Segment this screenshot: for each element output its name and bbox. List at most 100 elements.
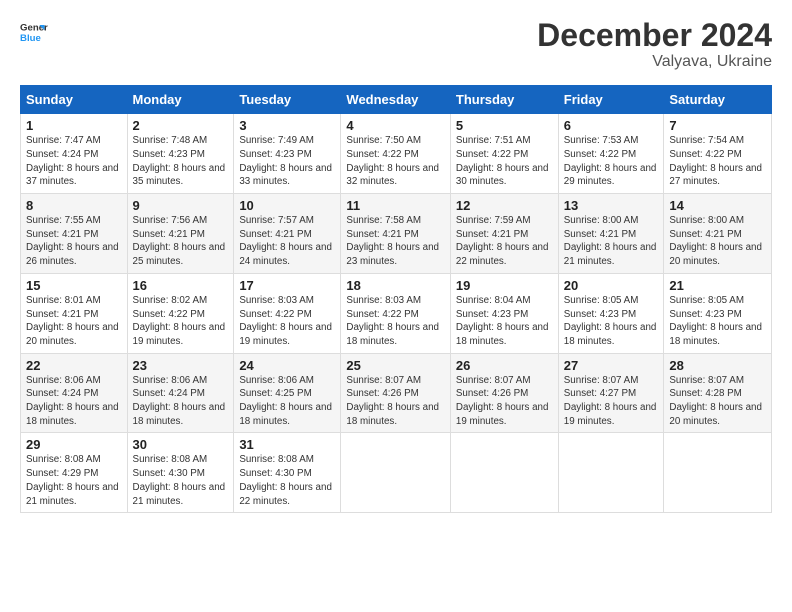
svg-text:Blue: Blue [20,33,41,44]
day-info: Sunrise: 8:04 AM Sunset: 4:23 PM Dayligh… [456,294,553,349]
day-info: Sunrise: 8:05 AM Sunset: 4:23 PM Dayligh… [669,294,766,349]
day-number: 27 [564,358,659,373]
calendar-day-cell: 1 Sunrise: 7:47 AM Sunset: 4:24 PM Dayli… [21,114,128,194]
calendar-week-row: 15 Sunrise: 8:01 AM Sunset: 4:21 PM Dayl… [21,273,772,353]
day-info: Sunrise: 8:02 AM Sunset: 4:22 PM Dayligh… [133,294,229,349]
day-number: 18 [346,278,444,293]
day-info: Sunrise: 8:08 AM Sunset: 4:29 PM Dayligh… [26,453,122,508]
calendar-week-row: 22 Sunrise: 8:06 AM Sunset: 4:24 PM Dayl… [21,353,772,433]
day-number: 2 [133,118,229,133]
day-info: Sunrise: 7:55 AM Sunset: 4:21 PM Dayligh… [26,214,122,269]
day-info: Sunrise: 8:06 AM Sunset: 4:25 PM Dayligh… [239,374,335,429]
day-info: Sunrise: 8:06 AM Sunset: 4:24 PM Dayligh… [26,374,122,429]
title-block: December 2024 Valyava, Ukraine [537,18,772,71]
day-info: Sunrise: 8:07 AM Sunset: 4:26 PM Dayligh… [346,374,444,429]
day-number: 17 [239,278,335,293]
calendar-day-cell: 23 Sunrise: 8:06 AM Sunset: 4:24 PM Dayl… [127,353,234,433]
day-number: 21 [669,278,766,293]
day-info: Sunrise: 7:47 AM Sunset: 4:24 PM Dayligh… [26,134,122,189]
day-number: 8 [26,198,122,213]
calendar-day-cell: 27 Sunrise: 8:07 AM Sunset: 4:27 PM Dayl… [558,353,664,433]
day-number: 3 [239,118,335,133]
calendar-week-row: 29 Sunrise: 8:08 AM Sunset: 4:29 PM Dayl… [21,433,772,513]
day-number: 23 [133,358,229,373]
col-tuesday: Tuesday [234,86,341,114]
day-number: 12 [456,198,553,213]
day-info: Sunrise: 8:08 AM Sunset: 4:30 PM Dayligh… [239,453,335,508]
day-info: Sunrise: 8:06 AM Sunset: 4:24 PM Dayligh… [133,374,229,429]
day-number: 26 [456,358,553,373]
calendar-day-cell: 2 Sunrise: 7:48 AM Sunset: 4:23 PM Dayli… [127,114,234,194]
header: General Blue December 2024 Valyava, Ukra… [20,18,772,71]
day-info: Sunrise: 8:03 AM Sunset: 4:22 PM Dayligh… [239,294,335,349]
day-info: Sunrise: 7:58 AM Sunset: 4:21 PM Dayligh… [346,214,444,269]
calendar-day-cell: 19 Sunrise: 8:04 AM Sunset: 4:23 PM Dayl… [450,273,558,353]
day-info: Sunrise: 7:50 AM Sunset: 4:22 PM Dayligh… [346,134,444,189]
calendar-day-cell: 13 Sunrise: 8:00 AM Sunset: 4:21 PM Dayl… [558,194,664,274]
day-info: Sunrise: 8:07 AM Sunset: 4:27 PM Dayligh… [564,374,659,429]
calendar-day-cell: 3 Sunrise: 7:49 AM Sunset: 4:23 PM Dayli… [234,114,341,194]
calendar-day-cell: 12 Sunrise: 7:59 AM Sunset: 4:21 PM Dayl… [450,194,558,274]
calendar-day-cell [558,433,664,513]
day-info: Sunrise: 7:57 AM Sunset: 4:21 PM Dayligh… [239,214,335,269]
calendar-day-cell: 18 Sunrise: 8:03 AM Sunset: 4:22 PM Dayl… [341,273,450,353]
calendar-day-cell: 21 Sunrise: 8:05 AM Sunset: 4:23 PM Dayl… [664,273,772,353]
calendar-day-cell: 17 Sunrise: 8:03 AM Sunset: 4:22 PM Dayl… [234,273,341,353]
col-saturday: Saturday [664,86,772,114]
header-row: Sunday Monday Tuesday Wednesday Thursday… [21,86,772,114]
col-friday: Friday [558,86,664,114]
logo: General Blue [20,18,48,46]
calendar-day-cell: 25 Sunrise: 8:07 AM Sunset: 4:26 PM Dayl… [341,353,450,433]
calendar-day-cell: 10 Sunrise: 7:57 AM Sunset: 4:21 PM Dayl… [234,194,341,274]
day-number: 22 [26,358,122,373]
calendar-day-cell: 30 Sunrise: 8:08 AM Sunset: 4:30 PM Dayl… [127,433,234,513]
calendar-table: Sunday Monday Tuesday Wednesday Thursday… [20,85,772,513]
calendar-day-cell: 9 Sunrise: 7:56 AM Sunset: 4:21 PM Dayli… [127,194,234,274]
calendar-day-cell [664,433,772,513]
day-number: 19 [456,278,553,293]
calendar-day-cell [341,433,450,513]
col-thursday: Thursday [450,86,558,114]
calendar-day-cell: 5 Sunrise: 7:51 AM Sunset: 4:22 PM Dayli… [450,114,558,194]
day-number: 14 [669,198,766,213]
location: Valyava, Ukraine [537,53,772,71]
calendar-day-cell: 8 Sunrise: 7:55 AM Sunset: 4:21 PM Dayli… [21,194,128,274]
day-number: 5 [456,118,553,133]
day-number: 30 [133,437,229,452]
calendar-day-cell [450,433,558,513]
day-number: 31 [239,437,335,452]
day-info: Sunrise: 7:48 AM Sunset: 4:23 PM Dayligh… [133,134,229,189]
calendar-day-cell: 7 Sunrise: 7:54 AM Sunset: 4:22 PM Dayli… [664,114,772,194]
day-number: 9 [133,198,229,213]
month-title: December 2024 [537,18,772,53]
day-number: 4 [346,118,444,133]
calendar-week-row: 1 Sunrise: 7:47 AM Sunset: 4:24 PM Dayli… [21,114,772,194]
day-info: Sunrise: 8:08 AM Sunset: 4:30 PM Dayligh… [133,453,229,508]
calendar-day-cell: 28 Sunrise: 8:07 AM Sunset: 4:28 PM Dayl… [664,353,772,433]
col-monday: Monday [127,86,234,114]
day-info: Sunrise: 8:05 AM Sunset: 4:23 PM Dayligh… [564,294,659,349]
day-info: Sunrise: 8:07 AM Sunset: 4:28 PM Dayligh… [669,374,766,429]
day-info: Sunrise: 7:51 AM Sunset: 4:22 PM Dayligh… [456,134,553,189]
calendar-day-cell: 22 Sunrise: 8:06 AM Sunset: 4:24 PM Dayl… [21,353,128,433]
calendar-day-cell: 26 Sunrise: 8:07 AM Sunset: 4:26 PM Dayl… [450,353,558,433]
day-number: 16 [133,278,229,293]
day-info: Sunrise: 8:00 AM Sunset: 4:21 PM Dayligh… [564,214,659,269]
calendar-day-cell: 4 Sunrise: 7:50 AM Sunset: 4:22 PM Dayli… [341,114,450,194]
day-number: 20 [564,278,659,293]
day-number: 24 [239,358,335,373]
day-number: 29 [26,437,122,452]
day-number: 6 [564,118,659,133]
day-info: Sunrise: 8:00 AM Sunset: 4:21 PM Dayligh… [669,214,766,269]
day-info: Sunrise: 8:01 AM Sunset: 4:21 PM Dayligh… [26,294,122,349]
day-number: 1 [26,118,122,133]
calendar-day-cell: 14 Sunrise: 8:00 AM Sunset: 4:21 PM Dayl… [664,194,772,274]
day-number: 13 [564,198,659,213]
day-number: 28 [669,358,766,373]
day-info: Sunrise: 7:59 AM Sunset: 4:21 PM Dayligh… [456,214,553,269]
day-info: Sunrise: 7:49 AM Sunset: 4:23 PM Dayligh… [239,134,335,189]
logo-icon: General Blue [20,18,48,46]
day-number: 11 [346,198,444,213]
calendar-day-cell: 16 Sunrise: 8:02 AM Sunset: 4:22 PM Dayl… [127,273,234,353]
day-number: 10 [239,198,335,213]
